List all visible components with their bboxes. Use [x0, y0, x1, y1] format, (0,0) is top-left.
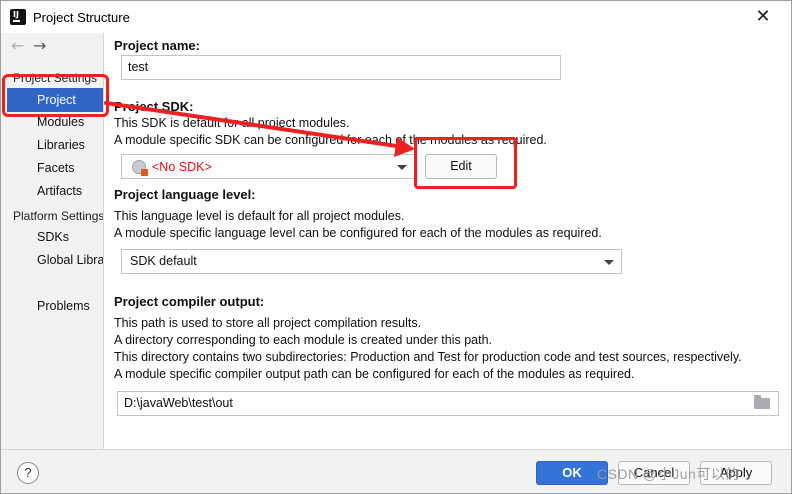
window-title: Project Structure — [33, 10, 130, 25]
sidebar-item-libraries[interactable]: Libraries — [37, 138, 85, 152]
language-level-desc-1: This language level is default for all p… — [114, 209, 405, 223]
folder-icon[interactable] — [754, 395, 770, 409]
annotation-highlight-edit — [414, 137, 517, 189]
sidebar-item-modules[interactable]: Modules — [37, 115, 84, 129]
section-platform-settings: Platform Settings — [13, 209, 104, 223]
forward-arrow-icon[interactable]: → — [33, 36, 55, 55]
back-arrow-icon[interactable]: ← — [11, 36, 33, 55]
language-level-dropdown[interactable]: SDK default — [121, 249, 622, 274]
title-bar: IJ Project Structure ✕ — [1, 1, 791, 33]
sidebar-item-facets[interactable]: Facets — [37, 161, 75, 175]
project-sdk-label: Project SDK: — [114, 99, 194, 114]
compiler-output-desc-2: A directory corresponding to each module… — [114, 333, 492, 347]
project-sdk-desc-1: This SDK is default for all project modu… — [114, 116, 350, 130]
dialog-footer: ? OK Cancel Apply CSDN @小Jun可以的 — [1, 449, 791, 493]
project-structure-dialog: IJ Project Structure ✕ ← → Project Settin… — [0, 0, 792, 494]
language-level-desc-2: A module specific language level can be … — [114, 226, 602, 240]
close-button[interactable]: ✕ — [753, 7, 773, 27]
globe-sdk-icon — [132, 160, 148, 176]
help-button[interactable]: ? — [17, 462, 39, 484]
compiler-output-desc-1: This path is used to store all project c… — [114, 316, 422, 330]
language-level-label: Project language level: — [114, 187, 256, 202]
sidebar-item-artifacts[interactable]: Artifacts — [37, 184, 82, 198]
project-sdk-dropdown[interactable]: <No SDK> — [121, 154, 415, 179]
project-name-label: Project name: — [114, 38, 200, 53]
project-sdk-selected: <No SDK> — [152, 160, 212, 174]
compiler-output-desc-4: A module specific compiler output path c… — [114, 367, 635, 381]
chevron-down-icon — [604, 260, 614, 265]
compiler-output-label: Project compiler output: — [114, 294, 265, 309]
csdn-watermark: CSDN @小Jun可以的 — [597, 466, 740, 482]
compiler-output-desc-3: This directory contains two subdirectori… — [114, 350, 742, 364]
language-level-selected: SDK default — [130, 254, 197, 268]
chevron-down-icon — [397, 165, 407, 170]
nav-arrows: ← → — [11, 36, 55, 55]
annotation-highlight-project — [2, 74, 109, 117]
sidebar-item-global-libraries[interactable]: Global Libraries — [37, 253, 103, 267]
intellij-icon: IJ — [10, 9, 26, 25]
project-name-input[interactable]: test — [121, 55, 561, 80]
compiler-output-value: D:\javaWeb\test\out — [124, 396, 233, 410]
compiler-output-input[interactable]: D:\javaWeb\test\out — [117, 391, 779, 416]
project-settings-panel: Project name: test Project SDK: This SDK… — [105, 33, 791, 449]
sidebar-item-sdks[interactable]: SDKs — [37, 230, 69, 244]
sidebar-item-problems[interactable]: Problems — [37, 299, 90, 313]
